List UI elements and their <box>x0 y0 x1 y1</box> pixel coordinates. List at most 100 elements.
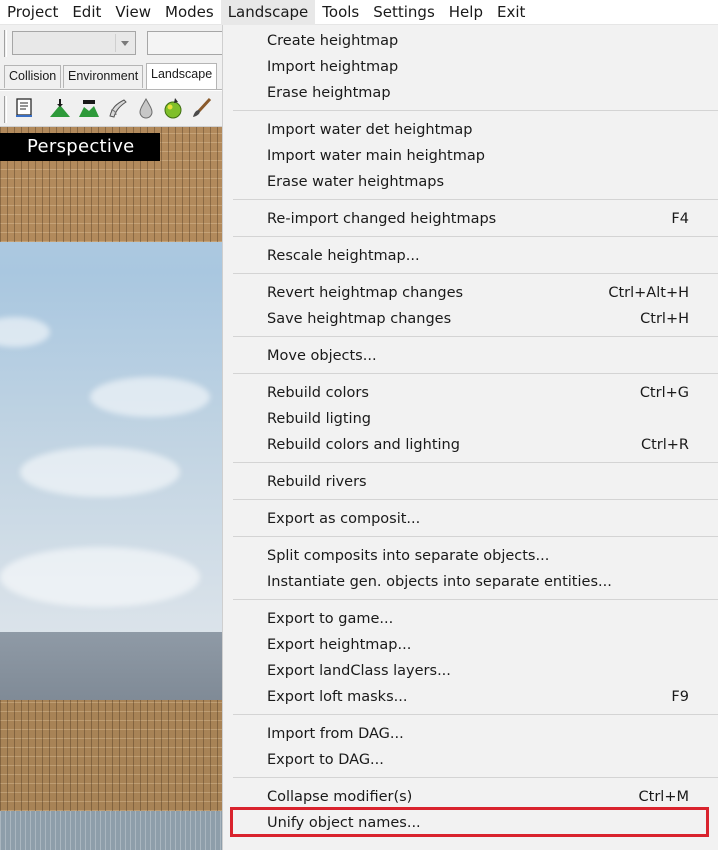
toolbar-grip[interactable] <box>4 30 7 57</box>
menu-separator <box>233 714 718 715</box>
menu-settings[interactable]: Settings <box>366 0 442 25</box>
menu-item-label: Import water det heightmap <box>267 122 473 138</box>
menu-item-rebuild-colors-lighting[interactable]: Rebuild colors and lighting Ctrl+R <box>223 432 718 458</box>
properties-icon[interactable] <box>13 96 37 120</box>
menu-item-move-objects[interactable]: Move objects... <box>223 343 718 369</box>
menu-landscape[interactable]: Landscape <box>220 0 316 25</box>
menu-bar: Project Edit View Modes Landscape Tools … <box>0 0 718 25</box>
cloud <box>90 377 210 417</box>
menu-item-create-heightmap[interactable]: Create heightmap <box>223 28 718 54</box>
menu-separator <box>233 536 718 537</box>
menu-item-import-water-main[interactable]: Import water main heightmap <box>223 143 718 169</box>
menu-item-label: Export as composit... <box>267 511 421 527</box>
tab-environment[interactable]: Environment <box>63 65 144 88</box>
menu-item-shortcut: Ctrl+H <box>640 311 689 327</box>
toolbar-grip[interactable] <box>4 96 7 123</box>
menu-item-label: Import from DAG... <box>267 726 404 742</box>
menu-item-import-from-dag[interactable]: Import from DAG... <box>223 721 718 747</box>
menu-item-label: Re-import changed heightmaps <box>267 211 497 227</box>
brush-smudge-icon[interactable] <box>106 96 130 120</box>
menu-item-import-heightmap[interactable]: Import heightmap <box>223 54 718 80</box>
menu-item-label: Rebuild ligting <box>267 411 371 427</box>
menu-item-rescale-heightmap[interactable]: Rescale heightmap... <box>223 243 718 269</box>
menu-item-label: Move objects... <box>267 348 377 364</box>
menu-separator <box>233 499 718 500</box>
menu-item-shortcut: Ctrl+R <box>640 437 689 453</box>
menu-separator <box>233 110 718 111</box>
menu-edit[interactable]: Edit <box>65 0 108 25</box>
landscape-dropdown-menu: Create heightmap Import heightmap Erase … <box>222 25 718 850</box>
colorize-icon[interactable] <box>161 96 185 120</box>
menu-item-export-landclass[interactable]: Export landClass layers... <box>223 658 718 684</box>
menu-exit[interactable]: Exit <box>490 0 532 25</box>
menu-item-label: Rescale heightmap... <box>267 248 420 264</box>
highlight-annotation <box>230 807 709 837</box>
landscape-toolbar <box>0 91 222 127</box>
menu-item-split-composits[interactable]: Split composits into separate objects... <box>223 543 718 569</box>
menu-item-save-heightmap[interactable]: Save heightmap changes Ctrl+H <box>223 306 718 332</box>
terrain-flatten-icon[interactable] <box>77 96 101 120</box>
menu-separator <box>233 236 718 237</box>
cloud <box>0 317 50 347</box>
editor-panel: Collision Environment Landscape Perspect… <box>0 25 222 850</box>
menu-tools[interactable]: Tools <box>315 0 366 25</box>
menu-item-export-to-dag[interactable]: Export to DAG... <box>223 747 718 773</box>
menu-view[interactable]: View <box>108 0 158 25</box>
tabs-bar: Collision Environment Landscape <box>0 62 222 90</box>
menu-item-shortcut: F9 <box>671 689 689 705</box>
menu-item-label: Export to DAG... <box>267 752 384 768</box>
paint-brush-icon[interactable] <box>190 96 214 120</box>
menu-separator <box>233 373 718 374</box>
menu-item-label: Import heightmap <box>267 59 399 75</box>
sea-horizon <box>0 632 222 702</box>
mode-combobox[interactable] <box>12 31 136 55</box>
menu-item-label: Revert heightmap changes <box>267 285 464 301</box>
menu-separator <box>233 777 718 778</box>
menu-item-label: Export heightmap... <box>267 637 412 653</box>
menu-item-label: Rebuild colors and lighting <box>267 437 460 453</box>
menu-item-shortcut: Ctrl+Alt+H <box>608 285 689 301</box>
tab-collision[interactable]: Collision <box>4 65 62 88</box>
menu-item-rebuild-rivers[interactable]: Rebuild rivers <box>223 469 718 495</box>
menu-item-label: Import water main heightmap <box>267 148 485 164</box>
menu-item-import-water-det[interactable]: Import water det heightmap <box>223 117 718 143</box>
menu-item-label: Rebuild colors <box>267 385 369 401</box>
tab-landscape[interactable]: Landscape <box>146 63 218 89</box>
perspective-viewport[interactable]: Perspective <box>0 127 222 850</box>
menu-project[interactable]: Project <box>0 0 65 25</box>
fence-bottom <box>0 700 222 811</box>
menu-help[interactable]: Help <box>442 0 490 25</box>
secondary-combobox[interactable] <box>147 31 222 55</box>
menu-item-export-heightmap[interactable]: Export heightmap... <box>223 632 718 658</box>
menu-item-export-loft-masks[interactable]: Export loft masks... F9 <box>223 684 718 710</box>
menu-item-rebuild-colors[interactable]: Rebuild colors Ctrl+G <box>223 380 718 406</box>
top-toolbar <box>0 25 222 62</box>
water-drop-icon[interactable] <box>134 96 158 120</box>
menu-item-label: Export to game... <box>267 611 394 627</box>
ground-plane <box>0 811 222 850</box>
menu-item-erase-water[interactable]: Erase water heightmaps <box>223 169 718 195</box>
cloud <box>20 447 180 497</box>
menu-item-rebuild-lighting[interactable]: Rebuild ligting <box>223 406 718 432</box>
terrain-up-icon[interactable] <box>48 96 72 120</box>
menu-item-shortcut: F4 <box>671 211 689 227</box>
cloud <box>0 547 200 607</box>
menu-item-label: Export loft masks... <box>267 689 408 705</box>
menu-item-reimport-heightmaps[interactable]: Re-import changed heightmaps F4 <box>223 206 718 232</box>
viewport-label: Perspective <box>0 133 160 161</box>
menu-item-label: Erase water heightmaps <box>267 174 445 190</box>
menu-separator <box>233 336 718 337</box>
menu-item-label: Save heightmap changes <box>267 311 452 327</box>
menu-separator <box>233 599 718 600</box>
menu-item-label: Erase heightmap <box>267 85 391 101</box>
menu-modes[interactable]: Modes <box>158 0 221 25</box>
menu-item-instantiate-gen-objects[interactable]: Instantiate gen. objects into separate e… <box>223 569 718 595</box>
menu-item-export-composit[interactable]: Export as composit... <box>223 506 718 532</box>
menu-item-label: Rebuild rivers <box>267 474 367 490</box>
menu-item-label: Instantiate gen. objects into separate e… <box>267 574 612 590</box>
menu-item-revert-heightmap[interactable]: Revert heightmap changes Ctrl+Alt+H <box>223 280 718 306</box>
menu-item-erase-heightmap[interactable]: Erase heightmap <box>223 80 718 106</box>
chevron-down-icon[interactable] <box>115 34 133 52</box>
menu-item-shortcut: Ctrl+G <box>639 385 689 401</box>
menu-item-export-to-game[interactable]: Export to game... <box>223 606 718 632</box>
